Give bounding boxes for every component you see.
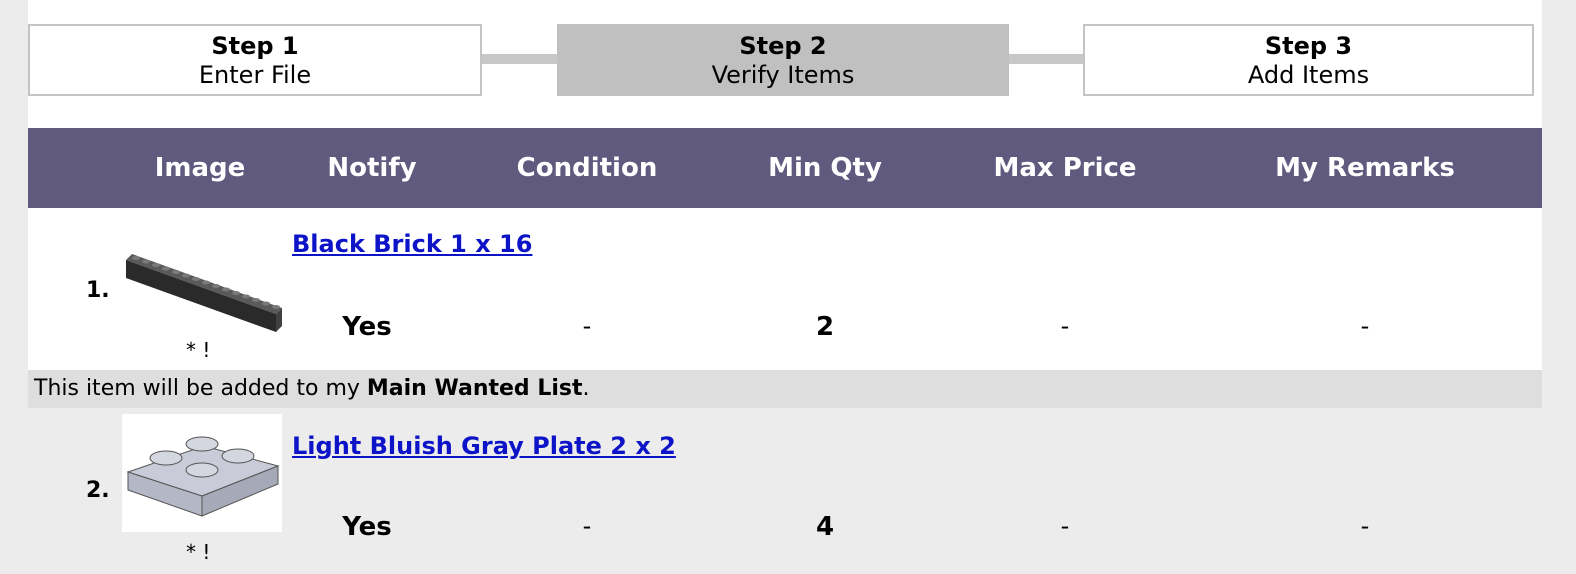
row-index: 1. [86,278,110,303]
item-marks: * ! [186,540,211,564]
header-max-price: Max Price [993,153,1137,183]
condition-value: - [582,512,592,540]
notify-value: Yes [342,312,392,342]
right-margin [1542,0,1576,574]
header-min-qty: Min Qty [768,153,882,183]
wanted-list-notice: This item will be added to my Main Wante… [28,370,1542,408]
table-row: 2. Light Bluish Gray Plate 2 x 2 * ! Yes… [28,408,1542,574]
step-3-box: Step 3 Add Items [1083,24,1534,96]
notice-prefix: This item will be added to my [34,376,367,401]
step-2-box: Step 2 Verify Items [557,24,1009,96]
gray-plate-image[interactable] [122,414,282,532]
header-my-remarks: My Remarks [1275,153,1455,183]
table-header: Image Notify Condition Min Qty Max Price… [28,128,1542,208]
header-image: Image [154,153,246,183]
notice-suffix: . [582,376,590,401]
item-marks: * ! [186,338,211,362]
step-3-title: Step 3 [1264,32,1353,60]
min-qty-value: 2 [815,312,835,342]
row-index: 2. [86,478,110,503]
step-1-box: Step 1 Enter File [28,24,482,96]
header-notify: Notify [327,153,417,183]
step-connector-2 [1009,54,1083,64]
brick-icon [126,254,282,332]
notify-value: Yes [342,512,392,542]
item-link-black-brick[interactable]: Black Brick 1 x 16 [292,230,532,258]
remarks-value: - [1360,312,1370,340]
step-2-subtitle: Verify Items [711,61,855,89]
step-1-subtitle: Enter File [198,61,312,89]
step-2-title: Step 2 [739,32,827,60]
min-qty-value: 4 [815,512,835,542]
table-row: 1. Black Brick 1 x 16 * ! Yes - 2 - - [28,208,1542,370]
max-price-value: - [1060,512,1070,540]
item-link-gray-plate[interactable]: Light Bluish Gray Plate 2 x 2 [292,432,676,460]
notice-list-name: Main Wanted List [366,376,583,401]
remarks-value: - [1360,512,1370,540]
step-3-subtitle: Add Items [1247,61,1370,89]
condition-value: - [582,312,592,340]
black-brick-image[interactable] [122,228,282,346]
step-connector-1 [482,54,557,64]
step-1-title: Step 1 [211,32,299,60]
plate-icon [126,436,280,517]
max-price-value: - [1060,312,1070,340]
header-condition: Condition [516,153,658,183]
left-margin [0,0,28,574]
